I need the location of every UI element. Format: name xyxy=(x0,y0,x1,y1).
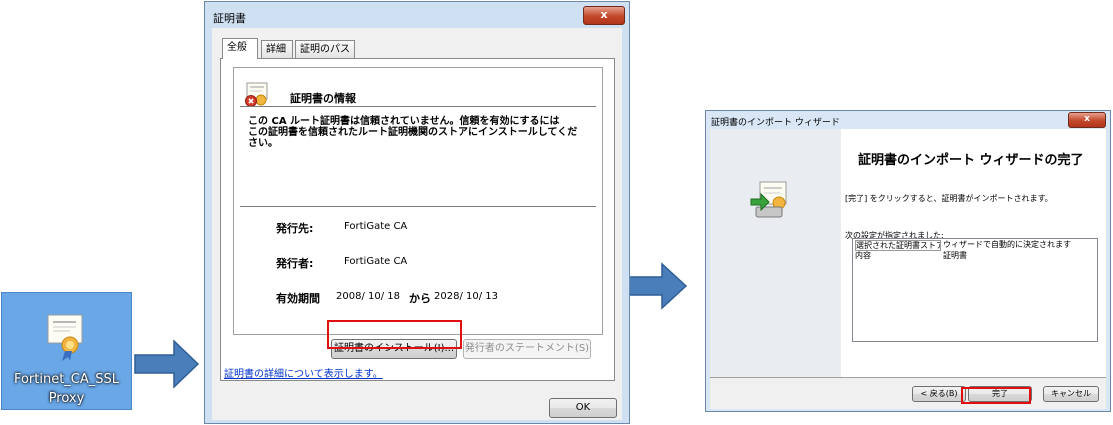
certificate-info-title: 証明書の情報 xyxy=(290,92,356,105)
issuer-statement-button[interactable]: 発行者のステートメント(S) xyxy=(463,339,591,359)
issued-by-value: FortiGate CA xyxy=(344,256,408,267)
close-button[interactable]: x xyxy=(583,6,625,25)
validity-label: 有効期間 xyxy=(276,292,320,305)
highlight-box xyxy=(961,387,1031,404)
ok-button[interactable]: OK xyxy=(549,398,617,418)
dialog-title: 証明書 xyxy=(213,12,246,25)
validity-separator: から xyxy=(409,292,431,305)
certificate-dialog: 証明書 x 全般 詳細 証明のパス 証明書の情報 この CA ルート証明書は信頼… xyxy=(204,1,630,424)
list-item: 選択された証明書ストア ウィザードで自動的に決定されます xyxy=(855,240,1093,251)
message-line: この証明書を信頼されたルート証明機関のストアにインストールしてくだ xyxy=(248,127,578,138)
setting-key: 内容 xyxy=(855,251,871,260)
close-button[interactable]: x xyxy=(1068,112,1106,128)
tab-details[interactable]: 詳細 xyxy=(261,40,293,58)
issued-to-value: FortiGate CA xyxy=(344,221,408,232)
wizard-side-panel xyxy=(710,129,841,377)
trust-warning-message: この CA ルート証明書は信頼されていません。信頼を有効にするには この証明書を… xyxy=(248,116,598,149)
divider xyxy=(240,206,596,207)
wizard-heading: 証明書のインポート ウィザードの完了 xyxy=(858,153,1084,168)
setting-key: 選択された証明書ストア xyxy=(855,240,941,251)
certificate-warning-icon xyxy=(245,82,268,107)
import-wizard-dialog: 証明書のインポート ウィザード x 証明書のインポート ウィザードの完了 [完了… xyxy=(705,110,1111,412)
certificate-details-link[interactable]: 証明書の詳細について表示します。 xyxy=(224,365,383,380)
certificate-info-frame: 証明書の情報 この CA ルート証明書は信頼されていません。信頼を有効にするには… xyxy=(233,67,603,335)
tab-general[interactable]: 全般 xyxy=(222,38,258,59)
settings-list[interactable]: 選択された証明書ストア ウィザードで自動的に決定されます 内容 証明書 xyxy=(852,238,1098,342)
setting-value: 証明書 xyxy=(943,251,967,260)
wizard-description: [完了] をクリックすると、証明書がインポートされます。 xyxy=(845,194,1053,203)
back-button[interactable]: < 戻る(B) xyxy=(912,386,966,402)
tab-certification-path[interactable]: 証明のパス xyxy=(295,40,355,58)
desktop-certificate-file-icon[interactable]: Fortinet_CA_SSL Proxy xyxy=(1,292,132,410)
valid-to-value: 2028/ 10/ 13 xyxy=(434,291,498,302)
issued-to-label: 発行先: xyxy=(276,222,314,235)
desktop-icon-label-line1: Fortinet_CA_SSL xyxy=(13,372,120,387)
arrow-right-icon xyxy=(622,262,688,310)
dialog-body: 全般 詳細 証明のパス 証明書の情報 この CA ルート証明書は信頼されていませ… xyxy=(212,28,622,420)
message-line: この CA ルート証明書は信頼されていません。信頼を有効にするには xyxy=(248,116,560,127)
dialog-title: 証明書のインポート ウィザード xyxy=(711,118,840,128)
certificate-import-icon xyxy=(750,181,787,218)
wizard-body: 証明書のインポート ウィザードの完了 [完了] をクリックすると、証明書がインポ… xyxy=(710,129,1106,409)
desktop-icon-label-line2: Proxy xyxy=(48,391,85,406)
certificate-file-icon xyxy=(47,314,83,361)
valid-from-value: 2008/ 10/ 18 xyxy=(336,291,400,302)
wizard-button-bar: < 戻る(B) 完了 キャンセル xyxy=(710,377,1106,409)
list-item: 内容 証明書 xyxy=(855,251,1093,261)
setting-value: ウィザードで自動的に決定されます xyxy=(943,240,1071,249)
highlight-box xyxy=(327,320,462,349)
issued-by-label: 発行者: xyxy=(276,257,314,270)
message-line: さい。 xyxy=(248,138,278,149)
divider xyxy=(240,106,596,107)
arrow-right-icon xyxy=(134,339,200,389)
cancel-button[interactable]: キャンセル xyxy=(1043,386,1099,402)
